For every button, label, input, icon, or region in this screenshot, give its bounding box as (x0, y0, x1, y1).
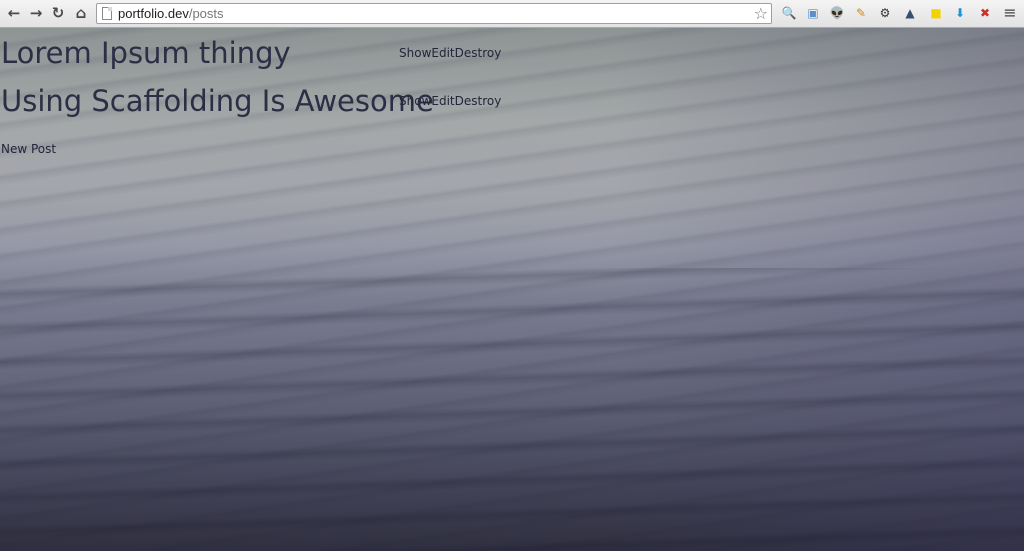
post-title: Using Scaffolding Is Awesome (1, 84, 434, 118)
edit-link[interactable]: Edit (431, 46, 454, 60)
page-icon (102, 7, 112, 20)
url-host: portfolio.dev (118, 6, 189, 21)
show-link[interactable]: Show (399, 94, 431, 108)
posts-page: Lorem Ipsum thingy ShowEditDestroy Using… (0, 28, 1024, 551)
yellow-box-extension-icon[interactable]: ■ (928, 5, 944, 21)
address-bar[interactable]: portfolio.dev/posts ☆ (96, 3, 772, 24)
menu-icon[interactable]: ≡ (1002, 5, 1018, 21)
gear-icon[interactable]: ⚙ (877, 5, 893, 21)
image-extension-icon[interactable]: ▣ (805, 5, 821, 21)
alien-extension-icon[interactable]: 👽 (829, 5, 845, 21)
post-actions: ShowEditDestroy (399, 94, 501, 108)
url-path: /posts (188, 6, 224, 21)
css-extension-icon[interactable]: ✎ (853, 5, 869, 21)
search-extension-icon[interactable]: 🔍 (781, 5, 797, 21)
post-title: Lorem Ipsum thingy (1, 36, 291, 70)
show-link[interactable]: Show (399, 46, 431, 60)
edit-link[interactable]: Edit (431, 94, 454, 108)
url-text[interactable]: portfolio.dev/posts (118, 6, 224, 21)
forward-arrow-icon[interactable]: → (27, 4, 45, 22)
reload-icon[interactable]: ↻ (49, 4, 67, 22)
post-actions: ShowEditDestroy (399, 46, 501, 60)
back-arrow-icon[interactable]: ← (5, 4, 23, 22)
bookmark-star-icon[interactable]: ☆ (754, 4, 768, 23)
destroy-link[interactable]: Destroy (455, 94, 502, 108)
browser-toolbar: ← → ↻ ⌂ portfolio.dev/posts ☆ 🔍 ▣ 👽 ✎ ⚙ … (0, 0, 1024, 28)
download-extension-icon[interactable]: ⬇ (952, 5, 968, 21)
new-post-link[interactable]: New Post (1, 142, 56, 156)
stamp-extension-icon[interactable]: ▲ (902, 5, 918, 21)
destroy-link[interactable]: Destroy (455, 46, 502, 60)
home-icon[interactable]: ⌂ (72, 4, 90, 22)
blocker-extension-icon[interactable]: ✖ (977, 5, 993, 21)
